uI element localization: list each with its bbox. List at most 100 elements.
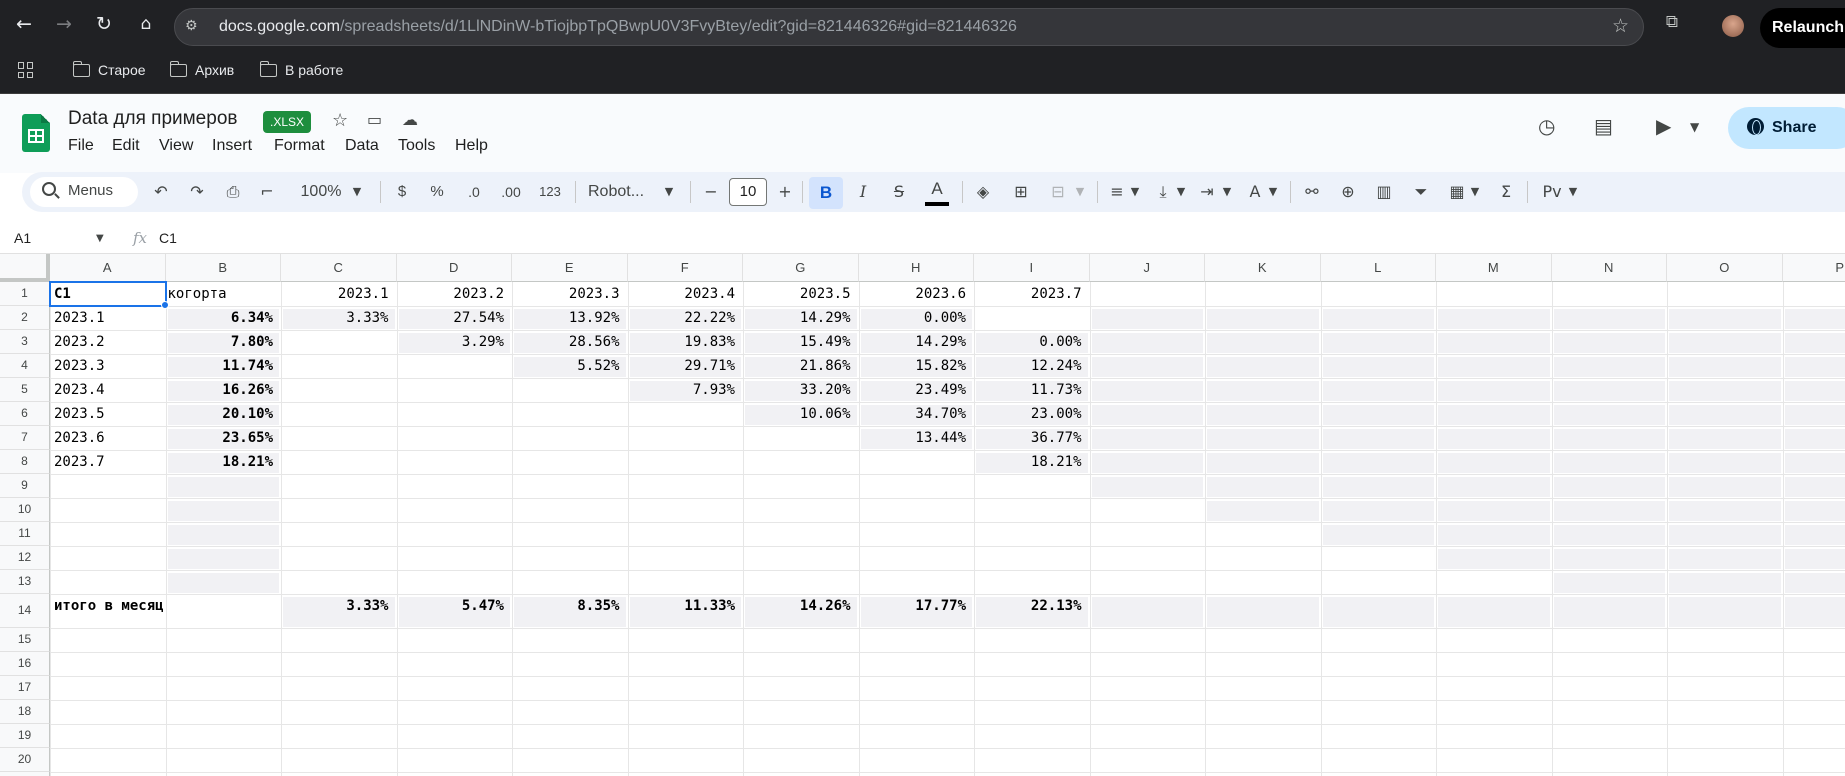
sheets-logo-icon[interactable] — [22, 114, 50, 152]
zoom-select[interactable]: 100% — [296, 180, 346, 204]
retention-value[interactable]: 19.83% — [632, 334, 735, 350]
menu-format[interactable]: Format — [274, 137, 325, 155]
font-select[interactable]: Robot... — [588, 180, 650, 204]
row-header-10[interactable]: 10 — [0, 498, 50, 522]
more-formats-button[interactable]: 123 — [535, 180, 565, 204]
month-header[interactable]: 2023.6 — [863, 286, 966, 302]
strikethrough-button[interactable]: S — [888, 180, 910, 204]
total-value[interactable]: 11.33% — [632, 598, 735, 614]
row-header-7[interactable]: 7 — [0, 426, 50, 450]
retention-value[interactable]: 15.82% — [863, 358, 966, 374]
select-all-corner[interactable] — [0, 254, 50, 282]
retention-value[interactable]: 14.29% — [747, 310, 851, 326]
name-box[interactable]: A1 — [14, 230, 31, 246]
cohort-label[interactable]: 2023.7 — [54, 454, 105, 470]
column-header-j[interactable]: J — [1089, 254, 1205, 282]
cohort-label[interactable]: 2023.5 — [54, 406, 105, 422]
retention-value[interactable]: 0.00% — [978, 334, 1081, 350]
total-value[interactable]: 3.33% — [285, 598, 388, 614]
filter-views-icon[interactable]: ▦ — [1446, 180, 1468, 204]
month-header[interactable]: 2023.3 — [516, 286, 620, 302]
reload-icon[interactable]: ↻ — [90, 10, 118, 38]
retention-value[interactable]: 23.00% — [978, 406, 1082, 422]
text-wrapping-icon[interactable]: ⇥ — [1196, 180, 1218, 204]
column-header-g[interactable]: G — [743, 254, 859, 282]
move-folder-icon[interactable]: ▭ — [367, 110, 382, 129]
retention-value[interactable]: 27.54% — [401, 310, 504, 326]
row-header-1[interactable]: 1 — [0, 282, 50, 306]
retention-value[interactable]: 12.24% — [978, 358, 1082, 374]
extensions-icon[interactable]: ⧉ — [1660, 12, 1684, 36]
cohort-label[interactable]: 2023.2 — [54, 334, 105, 350]
borders-icon[interactable]: ⊞ — [1010, 180, 1032, 204]
total-value[interactable]: 8.35% — [516, 598, 619, 614]
insert-link-icon[interactable]: ⚯ — [1300, 180, 1324, 204]
total-value[interactable]: 5.47% — [401, 598, 504, 614]
total-value[interactable]: 22.13% — [978, 598, 1082, 614]
month-header[interactable]: 2023.4 — [632, 286, 735, 302]
chevron-down-icon[interactable]: ▼ — [662, 180, 676, 204]
italic-button[interactable]: I — [852, 180, 874, 204]
column-header-f[interactable]: F — [627, 254, 743, 282]
retention-value[interactable]: 0.00% — [863, 310, 966, 326]
retention-value[interactable]: 3.29% — [401, 334, 504, 350]
cohort-label[interactable]: 2023.3 — [54, 358, 105, 374]
insert-chart-icon[interactable]: ▥ — [1373, 180, 1395, 204]
row-header-6[interactable]: 6 — [0, 402, 50, 426]
chevron-down-icon[interactable]: ▼ — [1266, 180, 1280, 204]
address-bar[interactable]: ⚙ docs.google.com/spreadsheets/d/1LlNDin… — [174, 8, 1644, 46]
retention-value[interactable]: 13.44% — [863, 430, 966, 446]
relaunch-button[interactable]: Relaunch t — [1760, 8, 1845, 48]
font-size-input[interactable]: 10 — [729, 178, 767, 206]
formula-input[interactable]: C1 — [159, 230, 177, 246]
merge-cells-icon[interactable]: ⊟ — [1047, 180, 1069, 204]
cohort-share[interactable]: 11.74% — [170, 358, 273, 374]
chevron-down-icon[interactable]: ▼ — [1073, 180, 1087, 204]
menu-view[interactable]: View — [159, 137, 193, 155]
retention-value[interactable]: 15.49% — [747, 334, 851, 350]
increase-font-size-icon[interactable]: + — [774, 180, 796, 204]
month-header[interactable]: 2023.1 — [285, 286, 389, 302]
increase-decimal-button[interactable]: .00 — [496, 180, 526, 204]
chevron-down-icon[interactable]: ▼ — [1690, 120, 1699, 134]
back-icon[interactable]: ← — [10, 10, 38, 38]
cohort-share[interactable]: 23.65% — [170, 430, 273, 446]
month-header[interactable]: 2023.5 — [747, 286, 851, 302]
column-header-e[interactable]: E — [512, 254, 628, 282]
total-label[interactable]: итого в месяц — [54, 598, 164, 614]
meet-icon[interactable]: ▶ — [1656, 114, 1671, 138]
functions-icon[interactable]: Σ — [1495, 180, 1517, 204]
row-header-4[interactable]: 4 — [0, 354, 50, 378]
column-header-n[interactable]: N — [1551, 254, 1667, 282]
menu-data[interactable]: Data — [345, 137, 379, 155]
row-header-9[interactable]: 9 — [0, 474, 50, 498]
retention-value[interactable]: 33.20% — [747, 382, 851, 398]
bookmark-folder[interactable]: Старое — [72, 60, 146, 82]
row-header-18[interactable]: 18 — [0, 700, 50, 724]
row-header-3[interactable]: 3 — [0, 330, 50, 354]
cohort-share[interactable]: 7.80% — [170, 334, 273, 350]
undo-icon[interactable]: ↶ — [150, 180, 172, 204]
format-currency-button[interactable]: $ — [392, 180, 412, 204]
chevron-down-icon[interactable]: ▼ — [1566, 180, 1580, 204]
retention-value[interactable]: 34.70% — [863, 406, 966, 422]
cloud-status-icon[interactable]: ☁ — [402, 110, 418, 129]
print-icon[interactable]: ⎙ — [221, 180, 245, 204]
column-header-a[interactable]: A — [50, 254, 166, 282]
row-header-21[interactable]: 21 — [0, 772, 50, 776]
column-header-i[interactable]: I — [974, 254, 1090, 282]
doc-title[interactable]: Data для примеров — [68, 108, 237, 130]
retention-value[interactable]: 7.93% — [632, 382, 735, 398]
chevron-down-icon[interactable]: ▼ — [1174, 180, 1188, 204]
menu-edit[interactable]: Edit — [112, 137, 140, 155]
insert-comment-icon[interactable]: ⊕ — [1337, 180, 1359, 204]
retention-value[interactable]: 18.21% — [978, 454, 1082, 470]
bookmark-star-icon[interactable]: ☆ — [1612, 15, 1629, 37]
home-icon[interactable]: ⌂ — [132, 10, 160, 38]
filter-icon[interactable]: ⏷ — [1410, 180, 1432, 204]
column-header-k[interactable]: K — [1205, 254, 1321, 282]
chevron-down-icon[interactable]: ▼ — [96, 233, 104, 244]
row-header-2[interactable]: 2 — [0, 306, 50, 330]
cohort-share[interactable]: 20.10% — [170, 406, 273, 422]
profile-avatar[interactable] — [1722, 15, 1744, 37]
